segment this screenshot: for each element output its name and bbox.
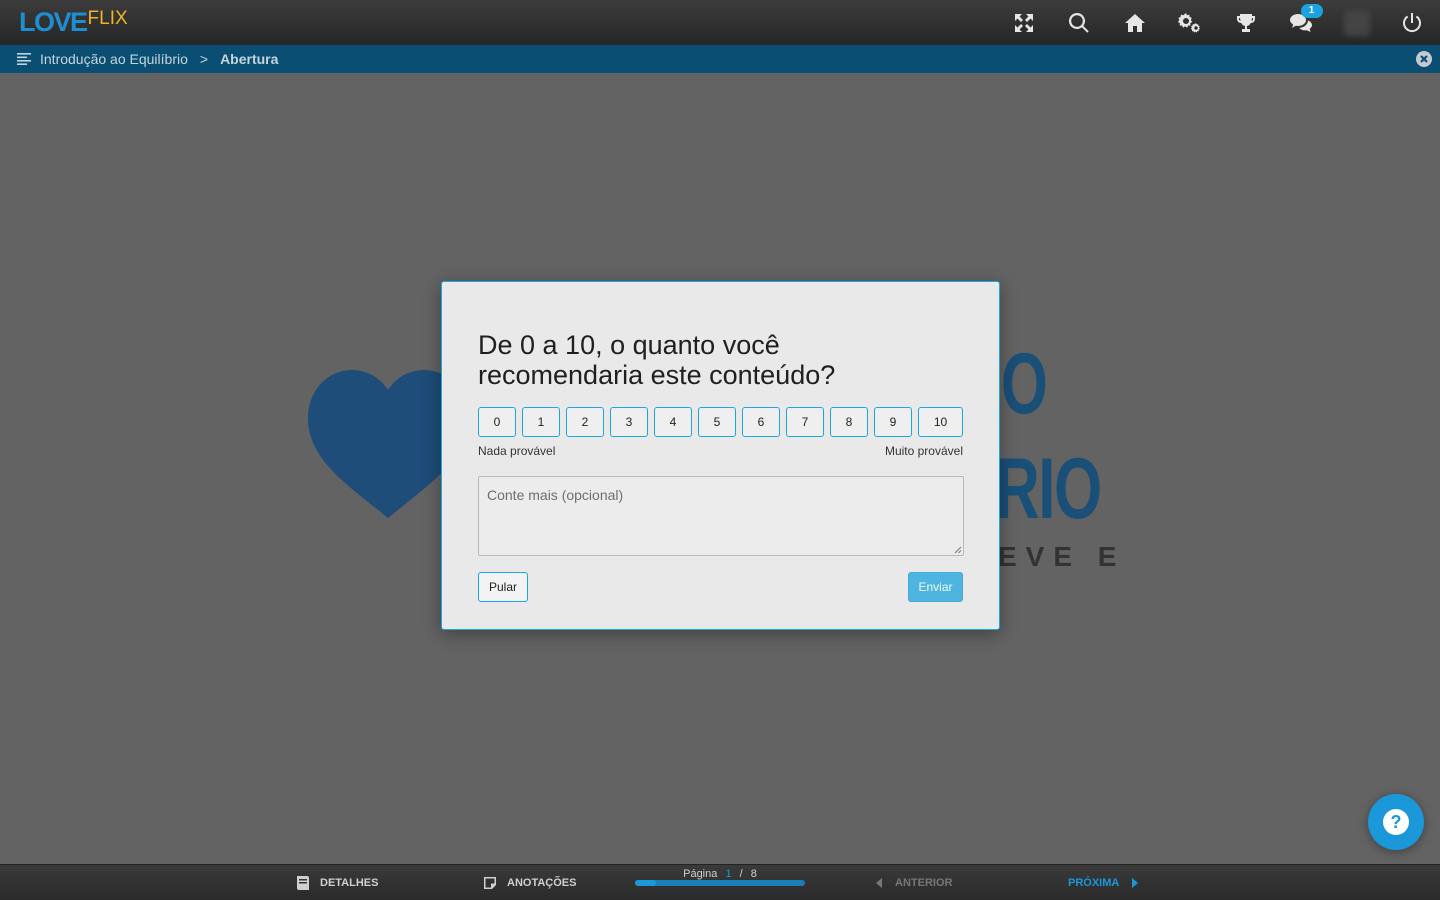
fullscreen-button[interactable] bbox=[996, 0, 1052, 45]
menu-icon[interactable] bbox=[17, 53, 31, 65]
page-separator: / bbox=[739, 868, 743, 880]
survey-question: De 0 a 10, o quanto você recomendaria es… bbox=[478, 330, 836, 390]
note-icon bbox=[484, 877, 496, 889]
chevron-left-icon bbox=[876, 878, 882, 888]
comment-textarea[interactable] bbox=[478, 476, 964, 556]
slide-title-line-2: RIO bbox=[995, 441, 1102, 537]
scale-high-label: Muito provável bbox=[884, 444, 963, 458]
settings-icon bbox=[1178, 12, 1201, 32]
avatar bbox=[1343, 9, 1370, 36]
home-icon bbox=[1124, 13, 1145, 32]
slide-title-line-1: O bbox=[1001, 336, 1048, 432]
power-icon bbox=[1403, 12, 1422, 32]
breadcrumb-course[interactable]: Introdução ao Equilíbrio bbox=[40, 51, 188, 67]
rating-option-10[interactable]: 10 bbox=[918, 407, 963, 437]
skip-button[interactable]: Pular bbox=[478, 572, 528, 602]
details-label: DETALHES bbox=[320, 877, 379, 889]
breadcrumb: Introdução ao Equilíbrio > Abertura bbox=[0, 45, 1440, 73]
nps-survey-modal: De 0 a 10, o quanto você recomendaria es… bbox=[441, 281, 1000, 630]
fullscreen-icon bbox=[1014, 13, 1033, 32]
rating-option-5[interactable]: 5 bbox=[698, 407, 736, 437]
next-button[interactable]: PRÓXIMA bbox=[1068, 877, 1139, 889]
chevron-right-icon bbox=[1132, 878, 1139, 888]
rating-option-8[interactable]: 8 bbox=[830, 407, 868, 437]
next-label: PRÓXIMA bbox=[1068, 877, 1120, 889]
help-icon: ? bbox=[1383, 809, 1409, 835]
rating-option-4[interactable]: 4 bbox=[654, 407, 692, 437]
search-icon bbox=[1069, 12, 1089, 33]
help-button[interactable]: ? bbox=[1368, 794, 1424, 850]
trophy-icon bbox=[1236, 13, 1255, 32]
rating-option-6[interactable]: 6 bbox=[742, 407, 780, 437]
rating-option-0[interactable]: 0 bbox=[478, 407, 516, 437]
settings-button[interactable] bbox=[1163, 0, 1219, 45]
rating-option-3[interactable]: 3 bbox=[610, 407, 648, 437]
notes-button[interactable]: ANOTAÇÕES bbox=[482, 875, 576, 891]
rating-option-9[interactable]: 9 bbox=[874, 407, 912, 437]
page-progress-bar[interactable] bbox=[635, 880, 805, 886]
rating-option-2[interactable]: 2 bbox=[566, 407, 604, 437]
page-label: Página bbox=[683, 868, 718, 880]
power-button[interactable] bbox=[1385, 0, 1440, 45]
page-progress-fill bbox=[635, 880, 657, 886]
close-button[interactable] bbox=[1416, 51, 1432, 67]
slide-subtitle: EVE E bbox=[998, 541, 1126, 572]
logo-love: LOVE bbox=[19, 7, 88, 37]
rating-scale: 0 1 2 3 4 5 6 7 8 9 10 bbox=[478, 407, 963, 437]
page-current: 1 bbox=[725, 868, 732, 880]
page-total: 8 bbox=[750, 868, 757, 880]
top-icons: 1 bbox=[996, 0, 1440, 45]
previous-button[interactable]: ANTERIOR bbox=[876, 877, 952, 889]
breadcrumb-separator: > bbox=[199, 51, 209, 67]
close-icon bbox=[1420, 55, 1428, 63]
rating-option-1[interactable]: 1 bbox=[522, 407, 560, 437]
resize-grip-icon[interactable] bbox=[954, 546, 962, 554]
scale-low-label: Nada provável bbox=[478, 444, 556, 458]
notes-label: ANOTAÇÕES bbox=[507, 877, 577, 889]
avatar-button[interactable] bbox=[1329, 0, 1385, 45]
submit-button[interactable]: Enviar bbox=[908, 572, 963, 602]
rating-option-7[interactable]: 7 bbox=[786, 407, 824, 437]
trophy-button[interactable] bbox=[1218, 0, 1274, 45]
chat-badge: 1 bbox=[1300, 4, 1323, 18]
loveflix-logo[interactable]: LOVEFLIX bbox=[19, 7, 128, 38]
details-button[interactable]: DETALHES bbox=[295, 875, 378, 891]
book-icon bbox=[297, 876, 309, 890]
previous-label: ANTERIOR bbox=[895, 877, 953, 889]
top-bar: LOVEFLIX 1 bbox=[0, 0, 1440, 45]
logo-flix: FLIX bbox=[87, 8, 128, 29]
page-indicator: Página 1 / 8 bbox=[635, 868, 805, 880]
breadcrumb-current: Abertura bbox=[220, 51, 279, 67]
home-button[interactable] bbox=[1107, 0, 1163, 45]
chat-button[interactable]: 1 bbox=[1274, 0, 1330, 45]
bottom-bar: DETALHES ANOTAÇÕES Página 1 / 8 ANTERIOR… bbox=[0, 864, 1440, 900]
search-button[interactable] bbox=[1052, 0, 1108, 45]
